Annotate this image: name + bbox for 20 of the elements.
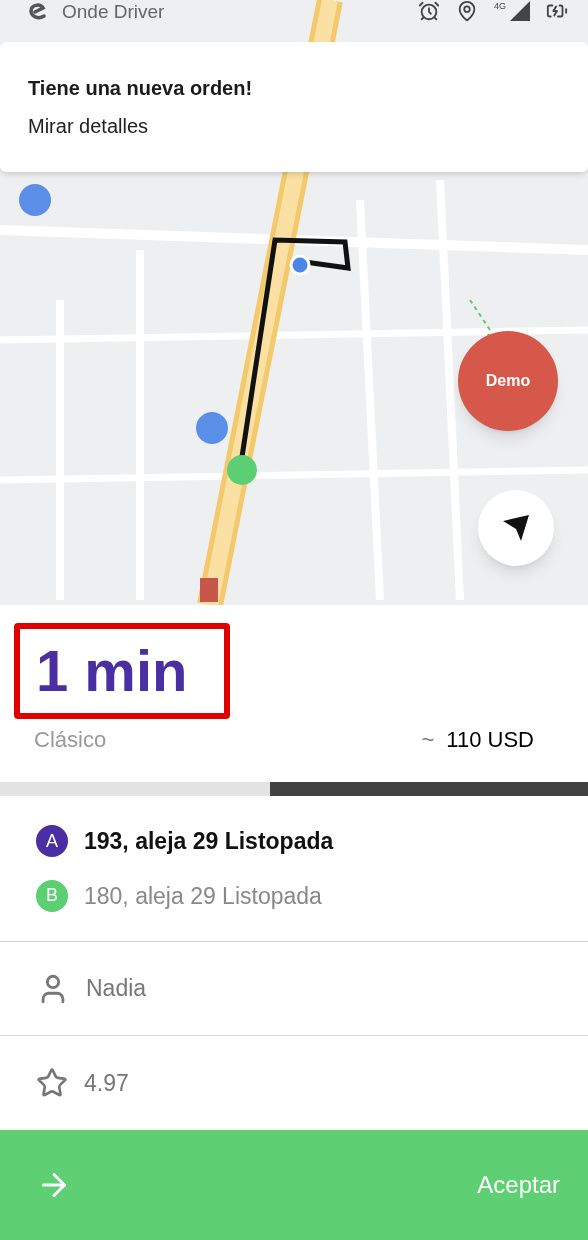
price: 110 USD: [446, 726, 534, 754]
network-label: 4G: [494, 0, 506, 13]
passenger-name: Nadia: [86, 974, 147, 1004]
price-approx-sign: ~: [421, 726, 435, 754]
alarm-icon: [418, 0, 440, 22]
eta-time: 1 min: [36, 642, 188, 700]
rating-value: 4.97: [84, 1068, 129, 1098]
notification-subtitle: Mirar detalles: [28, 114, 150, 139]
star-icon: [36, 1067, 68, 1099]
signal-icon: [510, 1, 530, 21]
notification-title: Tiene una nueva orden!: [28, 76, 254, 101]
service-type: Clásico: [34, 726, 107, 754]
app-name: Onde Driver: [62, 1, 165, 21]
navigation-arrow-icon: [501, 513, 531, 543]
notification-card[interactable]: Tiene una nueva orden! Mirar detalles: [0, 42, 588, 172]
stop-badge: A: [36, 825, 68, 858]
stop-badge: B: [36, 879, 68, 912]
stop-address: 180, aleja 29 Listopada: [84, 881, 322, 911]
stop-address: 193, aleja 29 Listopada: [84, 827, 334, 856]
location-icon: [456, 0, 478, 22]
